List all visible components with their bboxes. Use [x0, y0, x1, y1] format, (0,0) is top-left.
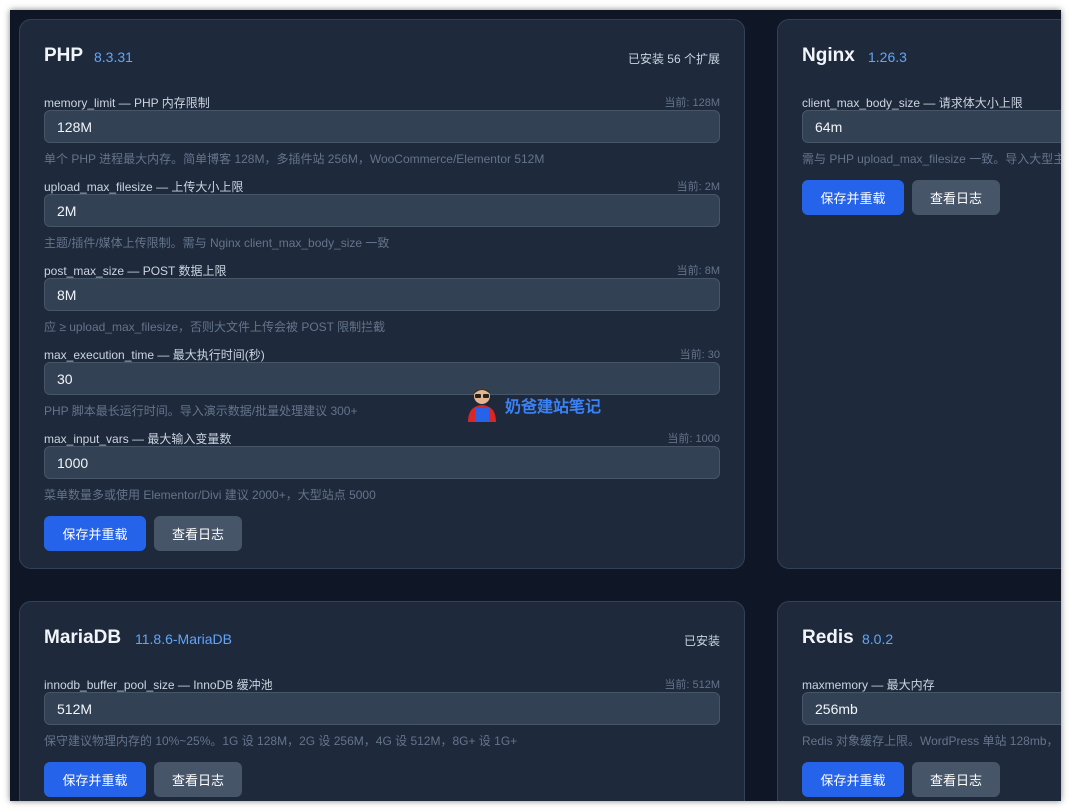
mariadb-card: MariaDB 11.8.6-MariaDB 已安装 innodb_buffer… — [19, 601, 745, 801]
field-label: max_input_vars — 最大输入变量数 — [44, 432, 232, 446]
avatar-icon — [468, 388, 496, 422]
field-label: client_max_body_size — 请求体大小上限 — [802, 96, 1023, 110]
field-memory-limit: memory_limit — PHP 内存限制 当前: 128M 单个 PHP … — [44, 94, 720, 178]
max-input-vars-input[interactable] — [44, 446, 720, 479]
max-execution-time-input[interactable] — [44, 362, 720, 395]
card-header: PHP 8.3.31 已安装 56 个扩展 — [44, 20, 720, 94]
field-client-max-body-size: client_max_body_size — 请求体大小上限 需与 PHP up… — [802, 94, 1061, 178]
field-max-input-vars: max_input_vars — 最大输入变量数 当前: 1000 菜单数量多或… — [44, 430, 720, 514]
version-badge: 8.0.2 — [862, 631, 894, 647]
upload-max-filesize-input[interactable] — [44, 194, 720, 227]
card-title: PHP — [44, 45, 84, 66]
save-reload-button[interactable]: 保存并重载 — [802, 762, 904, 797]
card-actions: 保存并重载 查看日志 — [44, 516, 720, 552]
field-hint: 保守建议物理内存的 10%~25%。1G 设 128M，2G 设 256M，4G… — [44, 734, 518, 748]
field-current-value: 当前: 128M — [664, 97, 720, 109]
field-maxmemory: maxmemory — 最大内存 Redis 对象缓存上限。WordPress … — [802, 676, 1061, 760]
field-hint: Redis 对象缓存上限。WordPress 单站 128mb， — [802, 734, 1059, 748]
field-max-execution-time: max_execution_time — 最大执行时间(秒) 当前: 30 PH… — [44, 346, 720, 430]
version-badge: 11.8.6-MariaDB — [135, 631, 233, 647]
card-title: Nginx — [802, 45, 855, 66]
card-header: Nginx 1.26.3 — [802, 20, 1061, 94]
field-current-value: 当前: 30 — [679, 349, 720, 361]
field-hint: 主题/插件/媒体上传限制。需与 Nginx client_max_body_si… — [44, 236, 390, 250]
field-current-value: 当前: 512M — [664, 679, 720, 691]
save-reload-button[interactable]: 保存并重载 — [44, 516, 146, 551]
field-label: post_max_size — POST 数据上限 — [44, 264, 227, 278]
field-label: maxmemory — 最大内存 — [802, 678, 935, 692]
post-max-size-input[interactable] — [44, 278, 720, 311]
field-post-max-size: post_max_size — POST 数据上限 当前: 8M 应 ≥ upl… — [44, 262, 720, 346]
field-current-value: 当前: 1000 — [667, 433, 720, 445]
card-header: MariaDB 11.8.6-MariaDB 已安装 — [44, 602, 720, 676]
field-label: memory_limit — PHP 内存限制 — [44, 96, 210, 110]
field-hint: 单个 PHP 进程最大内存。简单博客 128M，多插件站 256M，WooCom… — [44, 152, 545, 166]
install-status: 已安装 — [683, 634, 720, 648]
field-hint: 应 ≥ upload_max_filesize，否则大文件上传会被 POST 限… — [44, 320, 386, 334]
client-max-body-size-input[interactable] — [802, 110, 1061, 143]
card-actions: 保存并重载 查看日志 — [802, 180, 1061, 216]
version-badge: 8.3.31 — [94, 49, 133, 65]
nginx-card: Nginx 1.26.3 client_max_body_size — 请求体大… — [777, 19, 1061, 569]
field-hint: 需与 PHP upload_max_filesize 一致。导入大型主题 — [802, 152, 1061, 166]
card-title: Redis — [802, 627, 854, 648]
memory-limit-input[interactable] — [44, 110, 720, 143]
view-log-button[interactable]: 查看日志 — [912, 762, 1000, 797]
view-log-button[interactable]: 查看日志 — [154, 762, 242, 797]
extensions-count: 已安装 56 个扩展 — [627, 52, 720, 66]
view-log-button[interactable]: 查看日志 — [912, 180, 1000, 215]
watermark: 奶爸建站笔记 — [465, 386, 601, 424]
innodb-buffer-pool-size-input[interactable] — [44, 692, 720, 725]
field-current-value: 当前: 2M — [676, 181, 720, 193]
field-label: upload_max_filesize — 上传大小上限 — [44, 180, 244, 194]
watermark-text: 奶爸建站笔记 — [505, 399, 602, 416]
view-log-button[interactable]: 查看日志 — [154, 516, 242, 551]
save-reload-button[interactable]: 保存并重载 — [802, 180, 904, 215]
card-actions: 保存并重载 查看日志 — [44, 762, 720, 798]
save-reload-button[interactable]: 保存并重载 — [44, 762, 146, 797]
php-card: PHP 8.3.31 已安装 56 个扩展 memory_limit — PHP… — [19, 19, 745, 569]
field-innodb-buffer-pool-size: innodb_buffer_pool_size — InnoDB 缓冲池 当前:… — [44, 676, 720, 760]
app-viewport: PHP 8.3.31 已安装 56 个扩展 memory_limit — PHP… — [10, 10, 1061, 801]
field-label: innodb_buffer_pool_size — InnoDB 缓冲池 — [44, 678, 273, 692]
card-title: MariaDB — [44, 627, 122, 648]
card-actions: 保存并重载 查看日志 — [802, 762, 1061, 798]
maxmemory-input[interactable] — [802, 692, 1061, 725]
field-current-value: 当前: 8M — [676, 265, 720, 277]
field-hint: PHP 脚本最长运行时间。导入演示数据/批量处理建议 300+ — [44, 404, 358, 418]
version-badge: 1.26.3 — [868, 49, 907, 65]
card-header: Redis 8.0.2 — [802, 602, 1061, 676]
redis-card: Redis 8.0.2 maxmemory — 最大内存 Redis 对象缓存上… — [777, 601, 1061, 801]
field-upload-max-filesize: upload_max_filesize — 上传大小上限 当前: 2M 主题/插… — [44, 178, 720, 262]
field-label: max_execution_time — 最大执行时间(秒) — [44, 348, 265, 362]
field-hint: 菜单数量多或使用 Elementor/Divi 建议 2000+，大型站点 50… — [44, 488, 376, 502]
